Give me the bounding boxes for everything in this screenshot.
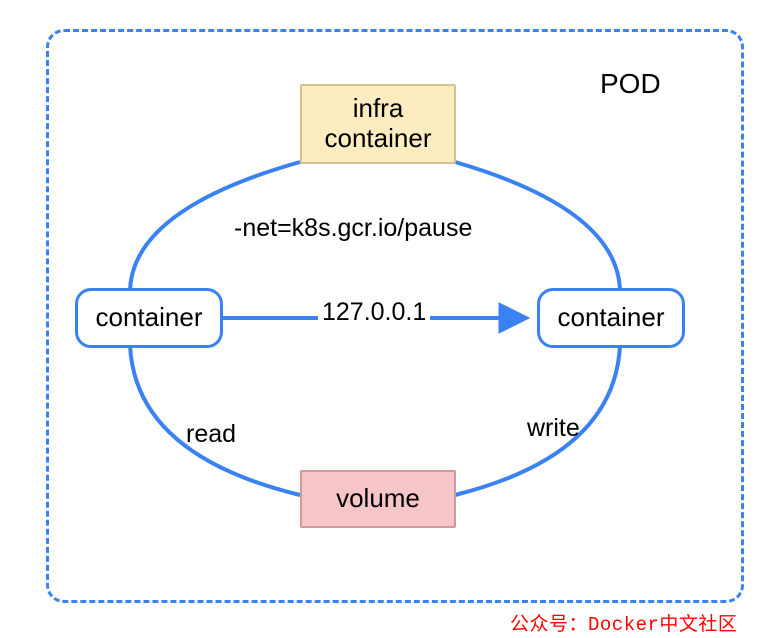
infra-container-node: infra container: [300, 84, 456, 164]
container-left-label: container: [96, 303, 203, 333]
pod-label: POD: [600, 68, 661, 100]
footer-attribution: 公众号：Docker中文社区: [510, 609, 737, 636]
container-left-node: container: [75, 288, 223, 348]
infra-container-text: infra container: [325, 94, 432, 154]
diagram-canvas: POD infra container -net=k8s.gcr.io/paus…: [0, 0, 780, 638]
edge-write-label: write: [527, 414, 580, 443]
edge-net-label: -net=k8s.gcr.io/pause: [234, 214, 472, 243]
container-right-node: container: [537, 288, 685, 348]
edge-localhost-label: 127.0.0.1: [318, 298, 430, 327]
edge-read-label: read: [186, 420, 236, 449]
container-right-label: container: [558, 303, 665, 333]
volume-label: volume: [336, 484, 420, 514]
volume-node: volume: [300, 470, 456, 528]
